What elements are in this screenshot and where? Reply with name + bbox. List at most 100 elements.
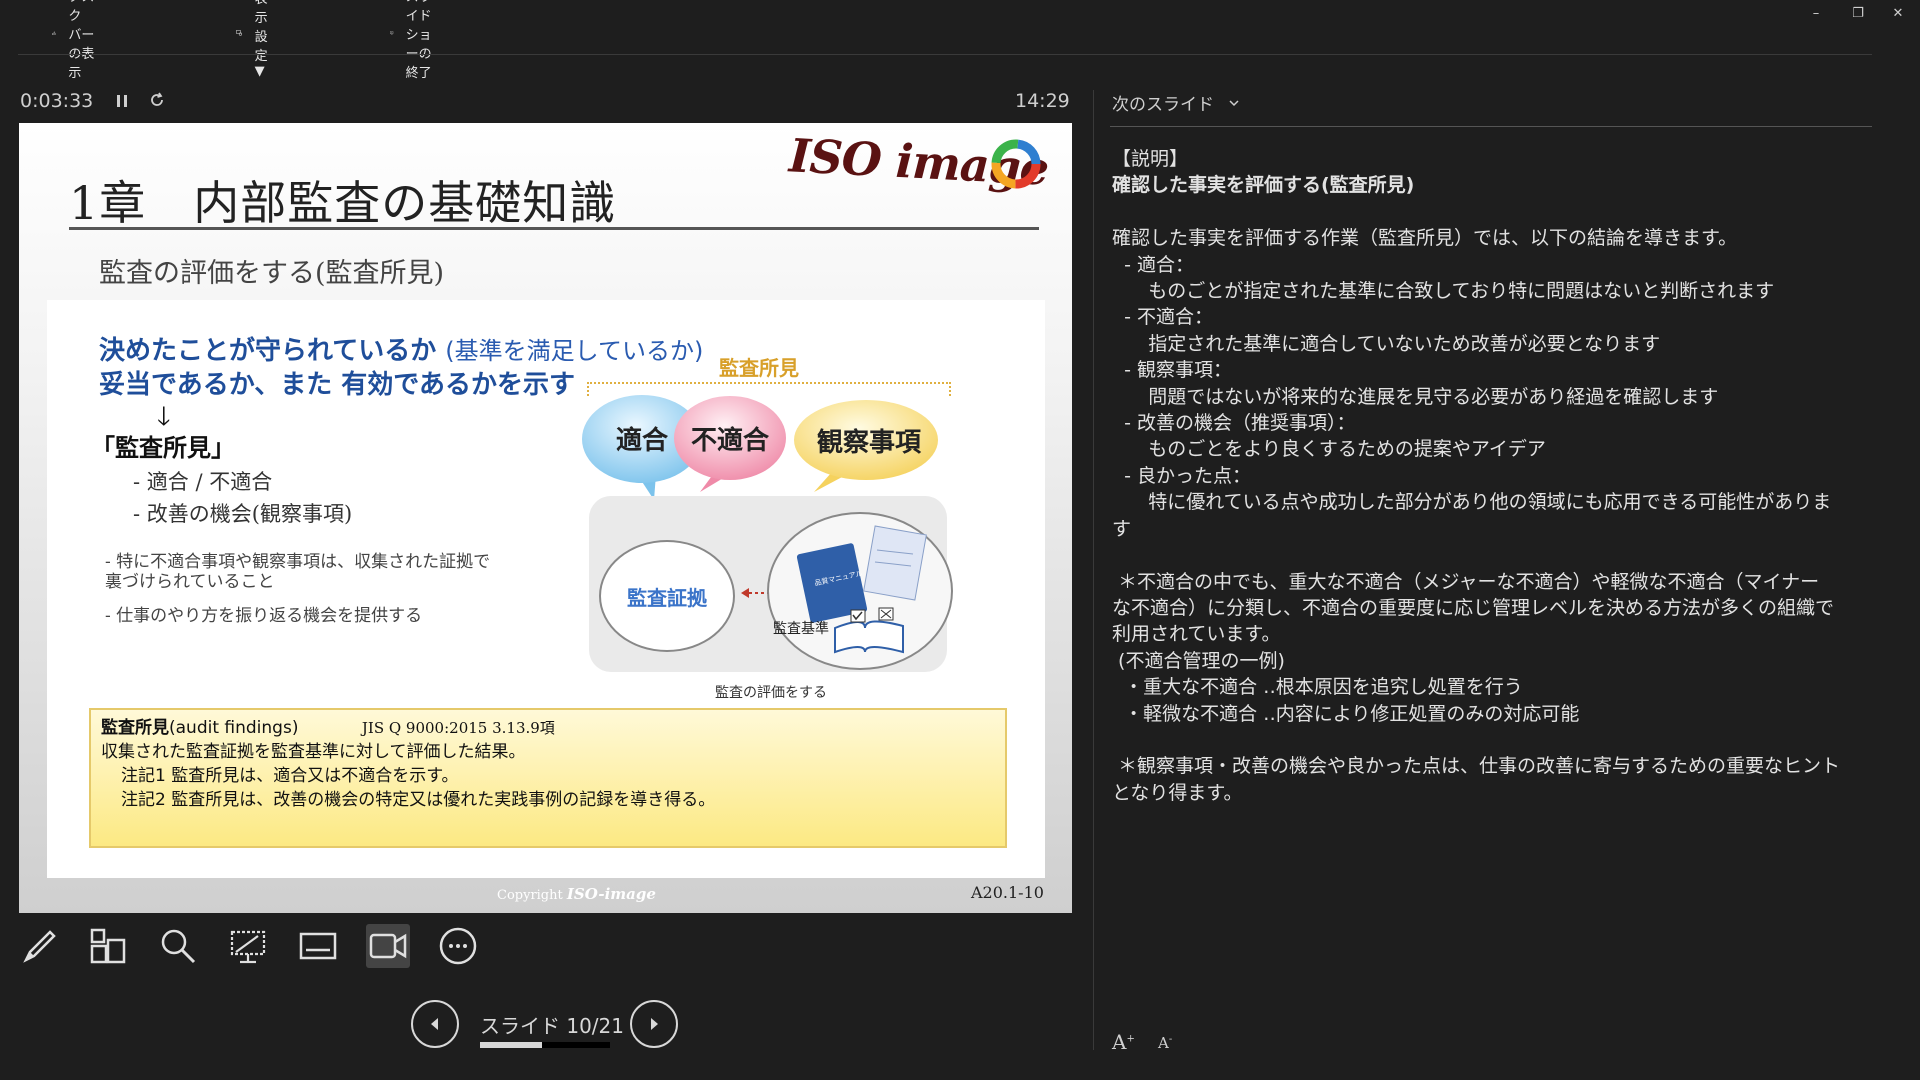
evaluation-caption: 監査の評価をする bbox=[715, 685, 827, 701]
bullet-item: - 改善の機会(観察事項) bbox=[133, 502, 353, 526]
end-slideshow-icon bbox=[390, 31, 394, 35]
restore-icon[interactable]: ❐ bbox=[1840, 4, 1876, 24]
bullet-item: - 適合 / 不適合 bbox=[133, 470, 273, 494]
audit-evidence-circle: 監査証拠 bbox=[599, 540, 735, 652]
notes-line: - 改善の機会（推奨事項）： bbox=[1112, 412, 1356, 435]
close-icon[interactable]: ✕ bbox=[1880, 4, 1916, 24]
notes-line: - 適合： bbox=[1112, 253, 1194, 276]
show-taskbar-label: タスク バーの表示 bbox=[68, 0, 95, 81]
notes-line: (不適合管理の一例) bbox=[1112, 649, 1285, 672]
documents-icon: 品質マニュアル bbox=[796, 525, 927, 654]
notes-line: ものごとが指定された基準に合致しており特に問題はないと判断されます bbox=[1112, 280, 1775, 303]
notes-line: 利用されています。 bbox=[1112, 623, 1281, 646]
end-slideshow-button[interactable]: スライド ショーの終了 bbox=[390, 0, 433, 81]
subtitles-button[interactable] bbox=[296, 924, 340, 968]
notes-line: ＊観察事項・改善の機会や良かった点は、仕事の改善に寄与するための重要なヒント bbox=[1112, 755, 1841, 778]
notes-line: 確認した事実を評価する(監査所見) bbox=[1112, 174, 1415, 197]
definition-term-en: (audit findings) bbox=[169, 718, 299, 738]
notes-line: ＊不適合の中でも、重大な不適合（メジャーな不適合）や軽微な不適合（マイナー bbox=[1112, 570, 1820, 593]
chevron-down-icon bbox=[1229, 99, 1239, 106]
notes-line: - 不適合： bbox=[1112, 306, 1213, 329]
pointer-options-button[interactable] bbox=[226, 924, 270, 968]
slide-content-area: 決めたことが守られているか (基準を満足しているか) 妥当であるか、また 有効で… bbox=[47, 300, 1045, 878]
notes-line bbox=[1112, 727, 1868, 753]
increase-font-button[interactable]: A+ bbox=[1112, 1030, 1135, 1054]
copyright-footer: Copyright ISO-image bbox=[497, 885, 656, 903]
taskbar-icon bbox=[52, 31, 57, 35]
notes-line: な不適合）に分類し、不適合の重要度に応じ管理レベルを決める方法が多くの組織で bbox=[1112, 596, 1835, 619]
camera-button[interactable] bbox=[366, 924, 410, 968]
next-slide-dropdown[interactable]: 次のスライド bbox=[1112, 90, 1240, 115]
lead-line-1: 決めたことが守られているか (基準を満足しているか) bbox=[99, 330, 703, 367]
current-slide[interactable]: 1章 内部監査の基礎知識 ISO image 監査の評価をする(監査所見) 決め… bbox=[19, 123, 1072, 913]
notes-line: ・重大な不適合 ‥根本原因を追究し処置を行う bbox=[1112, 676, 1523, 699]
notes-line: となり得ます。 bbox=[1112, 781, 1243, 804]
note-line: - 仕事のやり方を振り返る機会を提供する bbox=[105, 606, 423, 626]
definition-box: 監査所見(audit findings) JIS Q 9000:2015 3.1… bbox=[89, 708, 1007, 848]
pointer-options-icon bbox=[230, 930, 266, 964]
notes-line: 特に優れている点や成功した部分があり他の領域にも応用できる可能性がありま bbox=[1112, 491, 1832, 514]
slide-progress-bar bbox=[480, 1042, 610, 1048]
bubble-group-title: 監査所見 bbox=[719, 356, 799, 380]
slide-subtitle: 監査の評価をする(監査所見) bbox=[99, 258, 445, 289]
previous-icon bbox=[431, 1018, 438, 1030]
subtitles-icon bbox=[299, 932, 337, 960]
definition-term: 監査所見 bbox=[101, 718, 169, 738]
display-settings-button[interactable]: 表示設定 ▼ bbox=[236, 0, 279, 79]
bubble-nonconformity: 不適合 bbox=[690, 425, 769, 456]
more-options-button[interactable] bbox=[436, 924, 480, 968]
note-line: 裏づけられていること bbox=[105, 572, 275, 592]
pane-divider[interactable] bbox=[1093, 90, 1094, 1050]
zoom-button[interactable] bbox=[156, 924, 200, 968]
definition-line: 収集された監査証拠を監査基準に対して評価した結果。 bbox=[101, 742, 526, 762]
decrease-font-icon: A bbox=[1158, 1034, 1169, 1052]
slide-counter[interactable]: スライド 10/21 bbox=[480, 1010, 624, 1039]
logo-ring-icon bbox=[991, 139, 1041, 189]
next-slide-label: 次のスライド bbox=[1112, 95, 1214, 115]
notes-line: - 観察事項： bbox=[1112, 359, 1232, 382]
title-rule bbox=[69, 227, 1039, 230]
next-slide-button[interactable] bbox=[630, 1000, 678, 1048]
previous-slide-button[interactable] bbox=[411, 1000, 459, 1048]
slide-code: A20.1-10 bbox=[971, 883, 1044, 902]
show-taskbar-button[interactable]: タスク バーの表示 bbox=[52, 0, 95, 81]
notes-line: 確認した事実を評価する作業（監査所見）では、以下の結論を導きます。 bbox=[1112, 227, 1738, 250]
lead-line-1-sub: (基準を満足しているか) bbox=[445, 337, 704, 365]
pen-tool-icon bbox=[23, 930, 56, 963]
see-all-slides-button[interactable] bbox=[86, 924, 130, 968]
see-all-slides-icon bbox=[90, 928, 126, 964]
audit-evidence-label: 監査証拠 bbox=[627, 585, 707, 610]
toolbar-divider bbox=[18, 54, 1872, 55]
increase-font-icon: A bbox=[1112, 1030, 1127, 1054]
notes-line: 指定された基準に適合していないため改善が必要となります bbox=[1112, 332, 1661, 355]
end-slideshow-label: スライド ショーの終了 bbox=[405, 0, 432, 81]
notes-line: - 良かった点： bbox=[1112, 464, 1251, 487]
note-line: - 特に不適合事項や観察事項は、収集された証拠で bbox=[105, 552, 491, 572]
finding-heading: 「監査所見」 bbox=[91, 434, 235, 462]
notes-line: す bbox=[1112, 517, 1132, 540]
slide-title: 1章 内部監査の基礎知識 bbox=[69, 176, 617, 230]
notes-line: ものごとをより良くするための提案やアイデア bbox=[1112, 438, 1546, 461]
bubble-observation: 観察事項 bbox=[816, 427, 921, 458]
restart-timer-icon[interactable] bbox=[148, 90, 166, 110]
speaker-notes[interactable]: 【説明】確認した事実を評価する(監査所見) 確認した事実を評価する作業（監査所見… bbox=[1112, 146, 1868, 806]
lead-line-2: 妥当であるか、また 有効であるかを示す bbox=[99, 370, 576, 400]
display-settings-label: 表示設定 ▼ bbox=[254, 0, 268, 79]
copyright-logo: ISO-image bbox=[566, 885, 656, 903]
notes-line bbox=[1112, 199, 1868, 225]
notes-line: ・軽微な不適合 ‥内容により修正処置のみの対応可能 bbox=[1112, 702, 1580, 725]
bubble-conformity: 適合 bbox=[615, 425, 668, 456]
slide-progress-fill bbox=[480, 1042, 542, 1048]
notes-divider bbox=[1110, 126, 1872, 127]
camera-icon bbox=[369, 933, 407, 959]
pause-icon[interactable] bbox=[115, 92, 129, 110]
decrease-font-button[interactable]: A- bbox=[1158, 1034, 1172, 1052]
pen-tool-button[interactable] bbox=[18, 924, 62, 968]
copyright-text: Copyright bbox=[497, 888, 563, 903]
notes-line: 【説明】 bbox=[1112, 148, 1189, 170]
notes-line bbox=[1112, 542, 1868, 568]
definition-reference: JIS Q 9000:2015 3.13.9項 bbox=[361, 719, 555, 737]
more-options-icon bbox=[439, 927, 477, 965]
minimize-icon[interactable]: – bbox=[1798, 4, 1834, 24]
definition-line: 注記2 監査所見は、改善の機会の特定又は優れた実践事例の記録を導き得る。 bbox=[121, 790, 716, 810]
